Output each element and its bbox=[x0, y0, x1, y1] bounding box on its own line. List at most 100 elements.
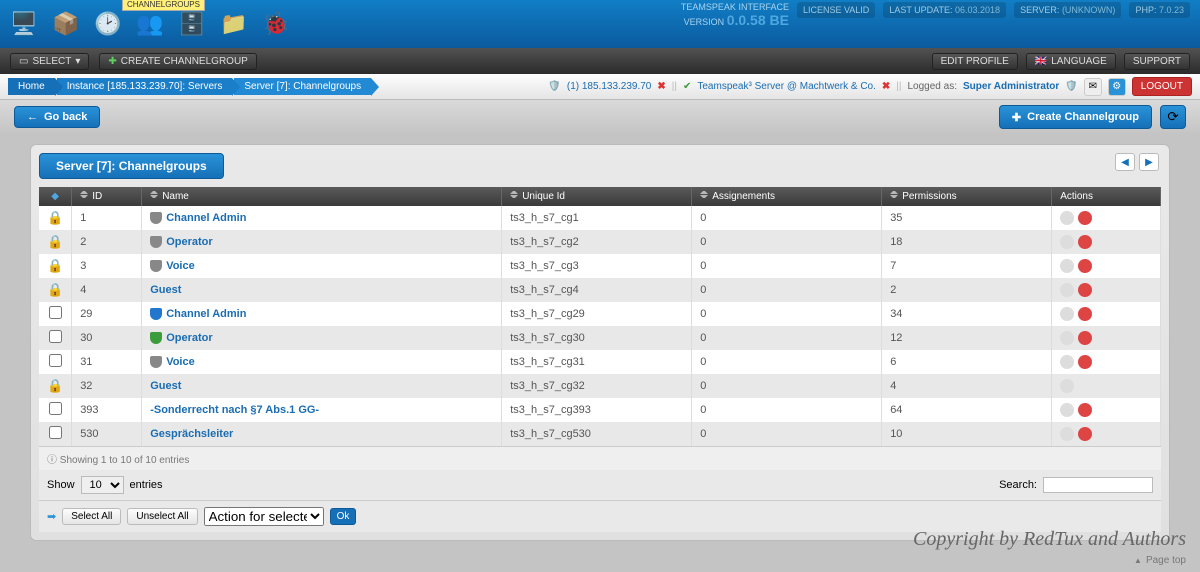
name-link[interactable]: Voice bbox=[166, 260, 195, 272]
row-checkbox[interactable] bbox=[49, 402, 62, 415]
cell-assign: 0 bbox=[692, 398, 882, 422]
name-link[interactable]: Channel Admin bbox=[166, 308, 246, 320]
name-link[interactable]: Guest bbox=[150, 380, 181, 392]
dashboard-icon[interactable]: 🖥️ bbox=[10, 10, 38, 38]
language-button[interactable]: 🇬🇧 LANGUAGE bbox=[1026, 53, 1116, 70]
name-link[interactable]: -Sonderrecht nach §7 Abs.1 GG- bbox=[150, 404, 319, 416]
database-icon[interactable]: 🗄️ bbox=[178, 10, 206, 38]
edit-icon[interactable] bbox=[1060, 331, 1074, 345]
delete-icon[interactable] bbox=[1078, 307, 1092, 321]
edit-icon[interactable] bbox=[1060, 211, 1074, 225]
shield-icon: 🛡️ bbox=[548, 81, 560, 92]
bug-icon[interactable]: 🐞 bbox=[262, 10, 290, 38]
cell-assign: 0 bbox=[692, 350, 882, 374]
folder-icon[interactable]: 📁 bbox=[220, 10, 248, 38]
logout-button[interactable]: LOGOUT bbox=[1132, 77, 1192, 96]
create-channelgroup-button[interactable]: CREATE CHANNELGROUP bbox=[99, 53, 256, 70]
delete-icon[interactable] bbox=[1078, 283, 1092, 297]
delete-icon[interactable] bbox=[1078, 235, 1092, 249]
cell-perm: 12 bbox=[882, 326, 1052, 350]
check-icon: ✔ bbox=[683, 81, 691, 92]
edit-icon[interactable] bbox=[1060, 235, 1074, 249]
search-input[interactable] bbox=[1043, 477, 1153, 493]
logged-user[interactable]: Super Administrator bbox=[963, 81, 1059, 92]
delete-icon[interactable] bbox=[1078, 331, 1092, 345]
edit-icon[interactable] bbox=[1060, 283, 1074, 297]
cell-uid: ts3_h_s7_cg31 bbox=[502, 350, 692, 374]
table-row: 🔒32Guestts3_h_s7_cg3204 bbox=[39, 374, 1161, 398]
col-name[interactable]: Name bbox=[142, 187, 502, 206]
col-select[interactable]: ◆ bbox=[39, 187, 72, 206]
edit-icon[interactable] bbox=[1060, 403, 1074, 417]
delete-icon[interactable] bbox=[1078, 427, 1092, 441]
name-link[interactable]: Operator bbox=[166, 332, 212, 344]
close-instance-icon[interactable]: ✖ bbox=[657, 81, 665, 92]
cell-perm: 6 bbox=[882, 350, 1052, 374]
unselect-all-button[interactable]: Unselect All bbox=[127, 508, 197, 525]
shield-icon bbox=[150, 212, 162, 224]
edit-icon[interactable] bbox=[1060, 379, 1074, 393]
page-size-select[interactable]: 10 bbox=[81, 476, 124, 494]
close-server-icon[interactable]: ✖ bbox=[882, 81, 890, 92]
action-subbar: Go back Create Channelgroup ⟳ bbox=[0, 100, 1200, 134]
instance-link[interactable]: (1) 185.133.239.70 bbox=[567, 81, 652, 92]
name-link[interactable]: Channel Admin bbox=[166, 212, 246, 224]
go-back-button[interactable]: Go back bbox=[14, 106, 100, 128]
cell-assign: 0 bbox=[692, 206, 882, 230]
interface-title: TEAMSPEAK INTERFACE bbox=[681, 2, 789, 12]
bulk-action-select[interactable]: Action for selected... bbox=[204, 507, 324, 526]
breadcrumb-bar: Home Instance [185.133.239.70]: Servers … bbox=[0, 74, 1200, 100]
page-footer: Copyright by RedTux and Authors Page top bbox=[913, 528, 1186, 566]
col-id[interactable]: ID bbox=[72, 187, 142, 206]
col-uid[interactable]: Unique Id bbox=[502, 187, 692, 206]
crumb-home[interactable]: Home bbox=[8, 78, 55, 95]
crumb-current[interactable]: Server [7]: Channelgroups bbox=[234, 78, 371, 95]
cell-uid: ts3_h_s7_cg4 bbox=[502, 278, 692, 302]
lock-icon: 🔒 bbox=[47, 234, 63, 249]
cell-assign: 0 bbox=[692, 230, 882, 254]
select-dropdown[interactable]: ▭ SELECT ▾ bbox=[10, 53, 89, 70]
edit-icon[interactable] bbox=[1060, 427, 1074, 441]
select-all-button[interactable]: Select All bbox=[62, 508, 121, 525]
cell-perm: 10 bbox=[882, 422, 1052, 446]
page-next-button[interactable]: ▶ bbox=[1139, 153, 1159, 171]
name-link[interactable]: Guest bbox=[150, 284, 181, 296]
cell-id: 29 bbox=[72, 302, 142, 326]
lock-icon: 🔒 bbox=[47, 258, 63, 273]
delete-icon[interactable] bbox=[1078, 355, 1092, 369]
channelgroups-table: ◆ ID Name Unique Id Assignements Permiss… bbox=[39, 187, 1161, 446]
col-perm[interactable]: Permissions bbox=[882, 187, 1052, 206]
cell-assign: 0 bbox=[692, 254, 882, 278]
crumb-instance[interactable]: Instance [185.133.239.70]: Servers bbox=[57, 78, 233, 95]
name-link[interactable]: Operator bbox=[166, 236, 212, 248]
table-row: 🔒3Voicets3_h_s7_cg307 bbox=[39, 254, 1161, 278]
mail-icon[interactable]: ✉ bbox=[1084, 78, 1102, 96]
delete-icon[interactable] bbox=[1078, 259, 1092, 273]
channelgroups-icon[interactable]: 👥 bbox=[136, 10, 164, 38]
page-top-link[interactable]: Page top bbox=[1134, 555, 1186, 566]
delete-icon[interactable] bbox=[1078, 403, 1092, 417]
ok-button[interactable]: Ok bbox=[330, 508, 357, 525]
create-channelgroup-action[interactable]: Create Channelgroup bbox=[999, 105, 1152, 129]
support-button[interactable]: SUPPORT bbox=[1124, 53, 1190, 70]
settings-icon[interactable]: ⚙ bbox=[1108, 78, 1126, 96]
row-checkbox[interactable] bbox=[49, 306, 62, 319]
row-checkbox[interactable] bbox=[49, 426, 62, 439]
name-link[interactable]: Voice bbox=[166, 356, 195, 368]
cell-uid: ts3_h_s7_cg2 bbox=[502, 230, 692, 254]
col-assign[interactable]: Assignements bbox=[692, 187, 882, 206]
refresh-button[interactable]: ⟳ bbox=[1160, 105, 1186, 129]
server-link[interactable]: Teamspeak³ Server @ Machtwerk & Co. bbox=[697, 81, 876, 92]
row-checkbox[interactable] bbox=[49, 330, 62, 343]
edit-icon[interactable] bbox=[1060, 307, 1074, 321]
gauge-icon[interactable]: 🕑 bbox=[94, 10, 122, 38]
delete-icon[interactable] bbox=[1078, 211, 1092, 225]
table-row: 🔒1Channel Admints3_h_s7_cg1035 bbox=[39, 206, 1161, 230]
name-link[interactable]: Gesprächsleiter bbox=[150, 428, 233, 440]
row-checkbox[interactable] bbox=[49, 354, 62, 367]
page-prev-button[interactable]: ◀ bbox=[1115, 153, 1135, 171]
edit-profile-button[interactable]: EDIT PROFILE bbox=[932, 53, 1018, 70]
cube-icon[interactable]: 📦 bbox=[52, 10, 80, 38]
edit-icon[interactable] bbox=[1060, 259, 1074, 273]
edit-icon[interactable] bbox=[1060, 355, 1074, 369]
